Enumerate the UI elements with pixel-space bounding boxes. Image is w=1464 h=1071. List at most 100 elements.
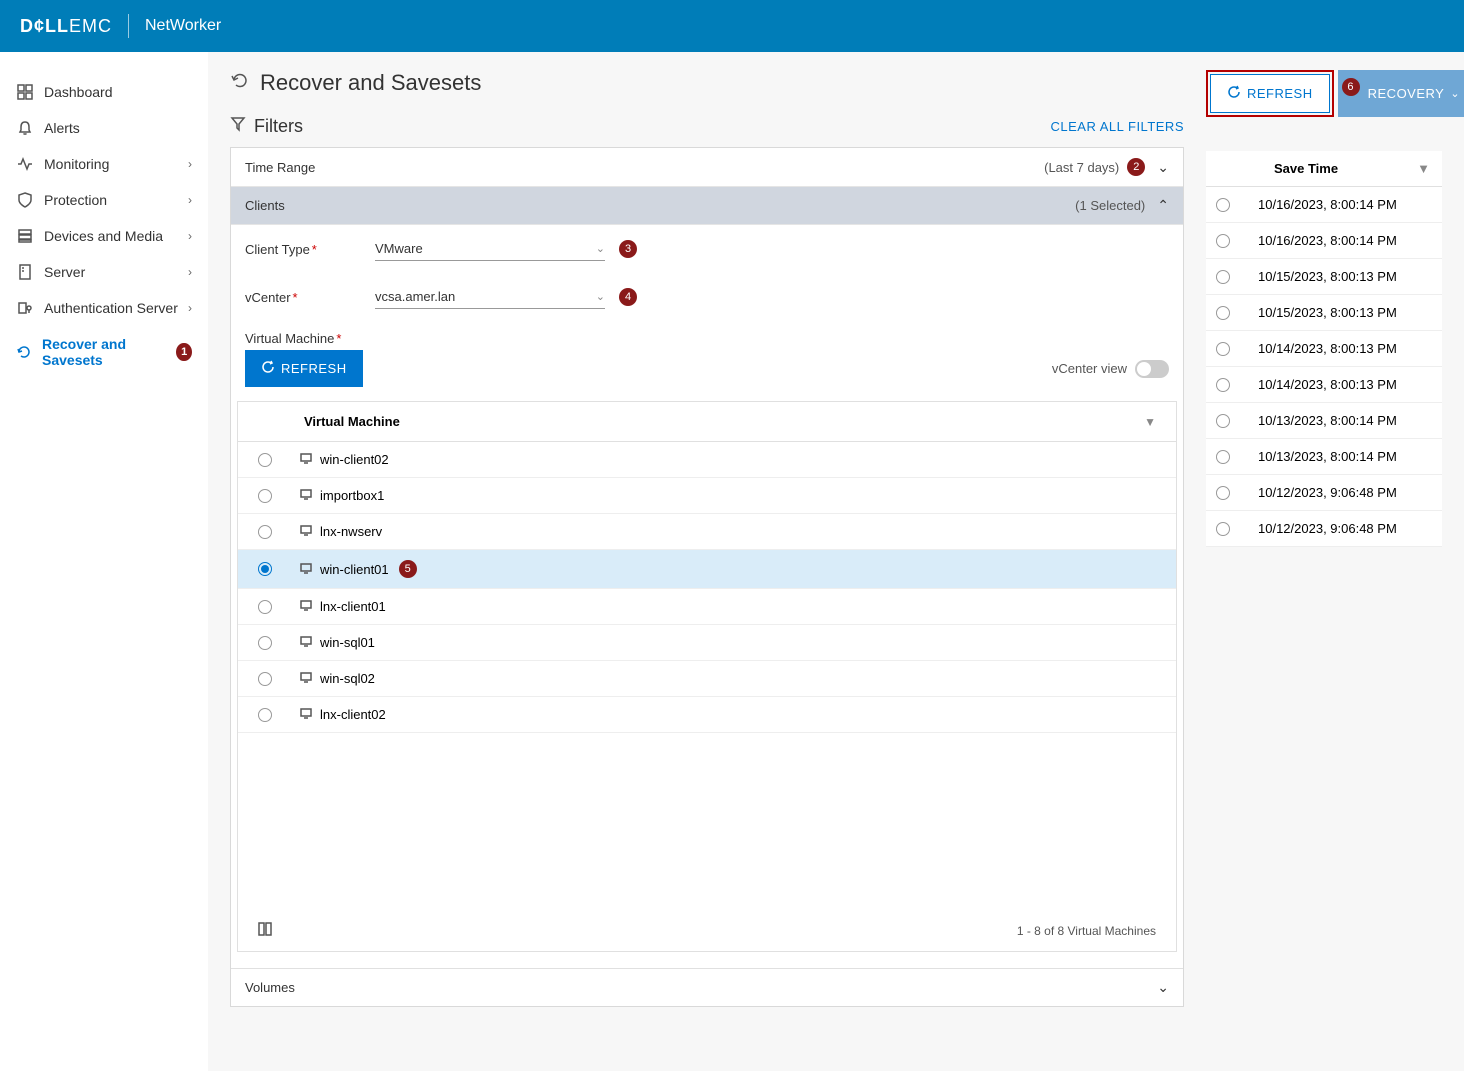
client-type-select[interactable]: VMware ⌄ — [375, 237, 605, 261]
vm-radio[interactable] — [258, 600, 272, 614]
save-row[interactable]: 10/12/2023, 9:06:48 PM — [1206, 511, 1442, 547]
top-bar: D¢LLEMC NetWorker — [0, 0, 1464, 52]
save-time: 10/13/2023, 8:00:14 PM — [1258, 413, 1397, 428]
vm-radio[interactable] — [258, 562, 272, 576]
recovery-button[interactable]: 6 RECOVERY ⌄ — [1338, 70, 1464, 117]
save-time: 10/12/2023, 9:06:48 PM — [1258, 485, 1397, 500]
vm-radio[interactable] — [258, 525, 272, 539]
columns-icon[interactable] — [258, 922, 272, 939]
storage-icon — [16, 228, 34, 244]
save-row[interactable]: 10/15/2023, 8:00:13 PM — [1206, 295, 1442, 331]
server-icon — [16, 264, 34, 280]
time-range-label: Time Range — [245, 160, 315, 175]
chevron-right-icon: › — [188, 229, 192, 243]
time-range-section[interactable]: Time Range (Last 7 days) 2 ⌄ — [231, 148, 1183, 187]
callout-1: 1 — [176, 343, 192, 361]
save-time-header: Save Time ▼ — [1206, 151, 1442, 187]
save-radio[interactable] — [1216, 450, 1230, 464]
vcenter-label: vCenter* — [245, 290, 375, 305]
save-row[interactable]: 10/16/2023, 8:00:14 PM — [1206, 187, 1442, 223]
sidebar-item-label: Protection — [44, 192, 107, 208]
save-row[interactable]: 10/16/2023, 8:00:14 PM — [1206, 223, 1442, 259]
sidebar-item-dashboard[interactable]: Dashboard — [0, 74, 208, 110]
save-radio[interactable] — [1216, 234, 1230, 248]
sidebar: Dashboard Alerts Monitoring › Protection… — [0, 52, 208, 1071]
save-row[interactable]: 10/14/2023, 8:00:13 PM — [1206, 367, 1442, 403]
save-time: 10/14/2023, 8:00:13 PM — [1258, 377, 1397, 392]
sidebar-item-recover[interactable]: Recover and Savesets 1 — [0, 326, 208, 378]
refresh-highlight: REFRESH — [1206, 70, 1334, 117]
sidebar-item-label: Devices and Media — [44, 228, 163, 244]
vm-row[interactable]: win-sql01 — [238, 625, 1176, 661]
refresh-button[interactable]: REFRESH — [1210, 74, 1330, 113]
vm-row[interactable]: win-sql02 — [238, 661, 1176, 697]
save-radio[interactable] — [1216, 414, 1230, 428]
save-radio[interactable] — [1216, 198, 1230, 212]
clear-filters-link[interactable]: CLEAR ALL FILTERS — [1051, 119, 1185, 134]
save-row[interactable]: 10/13/2023, 8:00:14 PM — [1206, 439, 1442, 475]
clients-label: Clients — [245, 198, 285, 213]
vm-row[interactable]: lnx-client01 — [238, 589, 1176, 625]
save-row[interactable]: 10/12/2023, 9:06:48 PM — [1206, 475, 1442, 511]
save-radio[interactable] — [1216, 378, 1230, 392]
activity-icon — [16, 156, 34, 172]
sidebar-item-label: Monitoring — [44, 156, 109, 172]
refresh-vms-button[interactable]: REFRESH — [245, 350, 363, 387]
save-time: 10/16/2023, 8:00:14 PM — [1258, 197, 1397, 212]
vm-radio[interactable] — [258, 708, 272, 722]
sidebar-item-monitoring[interactable]: Monitoring › — [0, 146, 208, 182]
column-filter-icon[interactable]: ▼ — [1144, 415, 1156, 429]
vcenter-select[interactable]: vcsa.amer.lan ⌄ — [375, 285, 605, 309]
save-radio[interactable] — [1216, 306, 1230, 320]
clients-section[interactable]: Clients (1 Selected) ⌃ — [231, 187, 1183, 225]
vm-icon — [300, 707, 312, 722]
save-radio[interactable] — [1216, 522, 1230, 536]
sidebar-item-protection[interactable]: Protection › — [0, 182, 208, 218]
filter-icon — [230, 116, 246, 137]
save-row[interactable]: 10/14/2023, 8:00:13 PM — [1206, 331, 1442, 367]
vm-radio[interactable] — [258, 489, 272, 503]
vm-row[interactable]: win-client02 — [238, 442, 1176, 478]
vm-grid: Virtual Machine ▼ win-client02importbox1… — [237, 401, 1177, 952]
callout-3: 3 — [619, 240, 637, 258]
vcenter-view-toggle[interactable] — [1135, 360, 1169, 378]
chevron-down-icon: ⌄ — [1157, 979, 1169, 996]
save-radio[interactable] — [1216, 342, 1230, 356]
vm-row[interactable]: importbox1 — [238, 478, 1176, 514]
column-filter-icon[interactable]: ▼ — [1417, 161, 1430, 176]
vm-icon — [300, 562, 312, 577]
vm-row[interactable]: win-client015 — [238, 550, 1176, 589]
sidebar-item-devices[interactable]: Devices and Media › — [0, 218, 208, 254]
sidebar-item-auth[interactable]: Authentication Server › — [0, 290, 208, 326]
vm-radio[interactable] — [258, 453, 272, 467]
save-radio[interactable] — [1216, 270, 1230, 284]
vm-name: lnx-nwserv — [320, 524, 382, 539]
sidebar-item-label: Alerts — [44, 120, 80, 136]
chevron-down-icon: ⌄ — [596, 290, 605, 303]
refresh-icon — [261, 360, 275, 377]
vm-radio[interactable] — [258, 672, 272, 686]
sidebar-item-server[interactable]: Server › — [0, 254, 208, 290]
save-row[interactable]: 10/15/2023, 8:00:13 PM — [1206, 259, 1442, 295]
vm-row[interactable]: lnx-client02 — [238, 697, 1176, 733]
volumes-section[interactable]: Volumes ⌄ — [231, 968, 1183, 1006]
vm-name: win-sql01 — [320, 635, 375, 650]
sidebar-item-alerts[interactable]: Alerts — [0, 110, 208, 146]
brand: D¢LLEMC — [20, 16, 112, 37]
vm-row[interactable]: lnx-nwserv — [238, 514, 1176, 550]
clients-value: (1 Selected) — [1075, 198, 1145, 213]
save-row[interactable]: 10/13/2023, 8:00:14 PM — [1206, 403, 1442, 439]
brand-emc: EMC — [69, 16, 112, 37]
time-range-value: (Last 7 days) — [1044, 160, 1119, 175]
vm-name: win-sql02 — [320, 671, 375, 686]
vm-name: lnx-client02 — [320, 707, 386, 722]
save-radio[interactable] — [1216, 486, 1230, 500]
vm-icon — [300, 452, 312, 467]
vm-radio[interactable] — [258, 636, 272, 650]
recover-icon — [16, 344, 32, 360]
filters-label: Filters — [230, 116, 303, 137]
page-title: Recover and Savesets — [230, 70, 1184, 96]
chevron-right-icon: › — [188, 157, 192, 171]
chevron-down-icon: ⌄ — [596, 242, 605, 255]
vm-section-label: Virtual Machine* — [231, 321, 1183, 350]
